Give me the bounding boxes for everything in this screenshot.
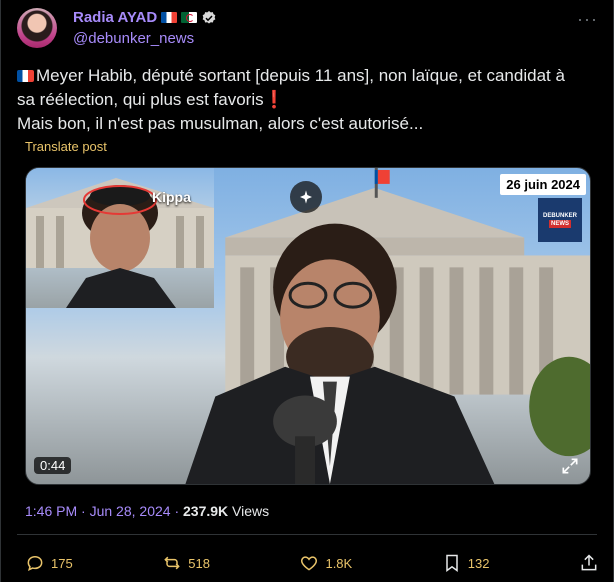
grok-icon[interactable] xyxy=(290,181,322,213)
repost-icon xyxy=(164,556,180,570)
share-button[interactable] xyxy=(579,553,599,573)
reply-button[interactable]: 175 xyxy=(25,553,73,573)
post-date[interactable]: Jun 28, 2024 xyxy=(90,503,171,519)
video-duration: 0:44 xyxy=(34,457,72,474)
post-time[interactable]: 1:46 PM xyxy=(25,503,77,519)
date-badge: 26 juin 2024 xyxy=(500,174,586,195)
author-name-row: Radia AYAD xyxy=(73,9,217,26)
exclamation-emoji: ❗ xyxy=(263,90,285,109)
france-flag-icon xyxy=(17,70,34,82)
post-text-line-1: Meyer Habib, député sortant [depuis 11 a… xyxy=(17,64,599,88)
reply-count: 175 xyxy=(51,555,73,571)
views-count: 237.9K xyxy=(183,503,229,519)
post-card: Radia AYAD @debunker_news ··· Meyer Habi… xyxy=(0,0,614,582)
post-text: Meyer Habib, député sortant [depuis 11 a… xyxy=(17,64,599,136)
post-text-line-2: sa réélection, qui plus est favoris❗ xyxy=(17,90,285,109)
debunker-news-logo: DEBUNKER NEWS xyxy=(538,198,582,242)
divider xyxy=(17,534,597,535)
verified-icon xyxy=(202,10,216,24)
translate-post-link[interactable]: Translate post xyxy=(25,139,107,154)
france-flag-icon xyxy=(161,12,178,23)
like-icon xyxy=(301,556,318,571)
avatar[interactable] xyxy=(17,8,57,48)
author-handle[interactable]: @debunker_news xyxy=(73,30,194,47)
bookmark-button[interactable]: 132 xyxy=(442,553,490,573)
like-button[interactable]: 1.8K xyxy=(299,553,352,573)
views-label: Views xyxy=(228,503,270,519)
bookmark-icon xyxy=(446,554,458,572)
reply-icon xyxy=(27,555,43,572)
repost-button[interactable]: 518 xyxy=(162,553,210,573)
action-bar: 175 518 1.8K 132 xyxy=(25,552,599,574)
bookmark-count: 132 xyxy=(467,555,490,571)
share-icon xyxy=(581,554,597,571)
post-text-line-3: Mais bon, il n'est pas musulman, alors c… xyxy=(17,114,424,133)
post-header: Radia AYAD @debunker_news ··· xyxy=(17,8,597,56)
video-player[interactable]: Kippa 26 juin 2024 DEBUNKER NEWS 0:44 xyxy=(25,167,591,485)
expand-icon[interactable] xyxy=(560,456,580,476)
repost-count: 518 xyxy=(188,555,210,571)
like-count: 1.8K xyxy=(325,555,353,571)
more-icon[interactable]: ··· xyxy=(577,10,597,32)
author-name[interactable]: Radia AYAD xyxy=(73,9,157,26)
algeria-flag-icon xyxy=(181,12,198,23)
kippa-label: Kippa xyxy=(152,189,191,205)
post-meta: 1:46 PM · Jun 28, 2024 · 237.9K Views xyxy=(25,503,270,519)
